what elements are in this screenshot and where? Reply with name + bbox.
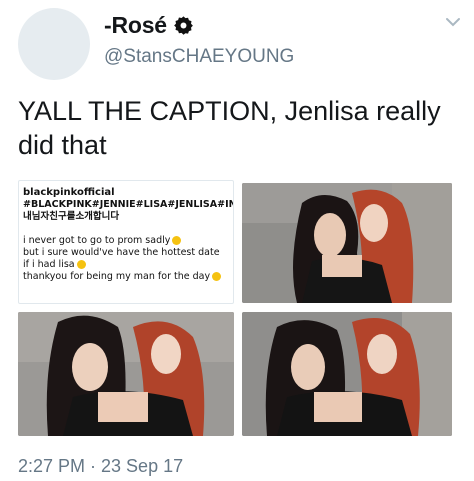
tweet-text: YALL THE CAPTION, Jenlisa really did tha… bbox=[18, 96, 441, 160]
photo-3[interactable] bbox=[242, 312, 452, 436]
emoji-icon bbox=[76, 260, 86, 269]
photo-1[interactable] bbox=[242, 183, 452, 303]
instagram-caption: blackpinkofficial #BLACKPINK#JENNIE#LISA… bbox=[19, 181, 233, 283]
caption-line-1: i never got to go to prom sadly bbox=[23, 235, 227, 247]
media-grid[interactable]: blackpinkofficial #BLACKPINK#JENNIE#LISA… bbox=[18, 180, 452, 436]
chevron-down-icon[interactable] bbox=[445, 16, 461, 28]
verified-badge-icon bbox=[173, 15, 194, 36]
caption-username: blackpinkofficial bbox=[23, 187, 115, 198]
photo-image bbox=[242, 183, 452, 303]
author-row: -Rosé bbox=[104, 12, 194, 39]
tweet-timestamp[interactable]: 2:27 PM · 23 Sep 17 bbox=[18, 456, 183, 477]
caption-line-2: but i sure would've have the hottest dat… bbox=[23, 247, 220, 270]
author-display-name[interactable]: -Rosé bbox=[104, 12, 167, 39]
photo-image bbox=[18, 312, 234, 436]
emoji-icon bbox=[172, 236, 182, 245]
avatar[interactable] bbox=[18, 8, 90, 80]
emoji-icon bbox=[212, 272, 222, 281]
photo-image bbox=[242, 312, 452, 436]
caption-screenshot[interactable]: blackpinkofficial #BLACKPINK#JENNIE#LISA… bbox=[18, 180, 234, 304]
photo-2[interactable] bbox=[18, 312, 234, 436]
caption-line-3: thankyou for being my man for the day bbox=[23, 271, 227, 283]
caption-hashtags: #BLACKPINK#JENNIE#LISA#JENLISA#INDAHOUSE… bbox=[23, 199, 234, 222]
author-handle[interactable]: @StansCHAEYOUNG bbox=[104, 46, 294, 68]
